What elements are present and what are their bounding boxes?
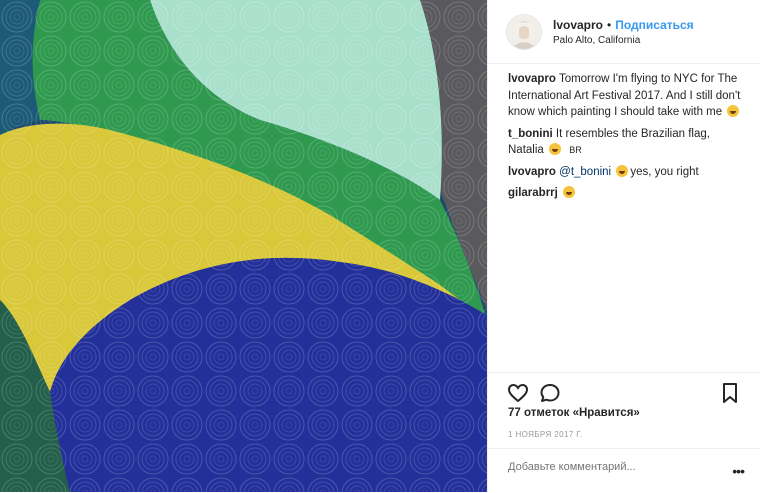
comment-text: yes, you right [630, 165, 699, 178]
comments-list: lvovapro Tomorrow I'm flying to NYC for … [508, 71, 746, 207]
post-username[interactable]: lvovapro [553, 18, 603, 32]
instagram-post: lvovapro • Подписаться Palo Alto, Califo… [0, 0, 760, 492]
post-location[interactable]: Palo Alto, California [553, 35, 694, 46]
header-line: lvovapro • Подписаться [553, 18, 694, 32]
grinning-face-emoji-icon [549, 143, 562, 155]
comment-item: gilarabrrj [508, 185, 746, 202]
post-sidebar: lvovapro • Подписаться Palo Alto, Califo… [487, 0, 760, 492]
comment-item: t_bonini It resembles the Brazilian flag… [508, 126, 746, 159]
add-comment-bar: ••• [488, 448, 760, 493]
comment-icon[interactable] [538, 381, 562, 405]
action-bar [488, 372, 760, 411]
thinking-face-emoji-icon [727, 105, 740, 117]
bookmark-icon[interactable] [718, 381, 742, 405]
heart-eyes-face-emoji-icon [563, 186, 576, 198]
comment-mention[interactable]: @t_bonini [559, 166, 611, 178]
comment-username[interactable]: gilarabrrj [508, 187, 558, 199]
comment-username[interactable]: t_bonini [508, 128, 553, 140]
avatar-image [507, 14, 541, 49]
comment-username[interactable]: lvovapro [508, 73, 556, 85]
avatar[interactable] [506, 13, 542, 50]
heart-icon[interactable] [506, 381, 530, 405]
more-options-icon[interactable]: ••• [732, 463, 745, 479]
post-photo[interactable] [0, 0, 487, 492]
comment-item: lvovapro Tomorrow I'm flying to NYC for … [508, 71, 746, 121]
flag-code: BR [569, 145, 582, 155]
header-text: lvovapro • Подписаться Palo Alto, Califo… [553, 18, 694, 46]
follow-button[interactable]: Подписаться [615, 18, 693, 32]
comment-item: lvovapro @t_bonini yes, you right [508, 164, 746, 181]
separator-dot: • [607, 17, 612, 32]
post-date[interactable]: 1 НОЯБРЯ 2017 Г. [508, 430, 583, 439]
post-header: lvovapro • Подписаться Palo Alto, Califo… [488, 0, 760, 64]
painting-image [0, 0, 487, 492]
likes-count[interactable]: 77 отметок «Нравится» [508, 407, 640, 419]
comment-username[interactable]: lvovapro [508, 166, 556, 178]
grinning-face-emoji-icon [616, 164, 629, 177]
comment-input[interactable] [508, 461, 708, 473]
